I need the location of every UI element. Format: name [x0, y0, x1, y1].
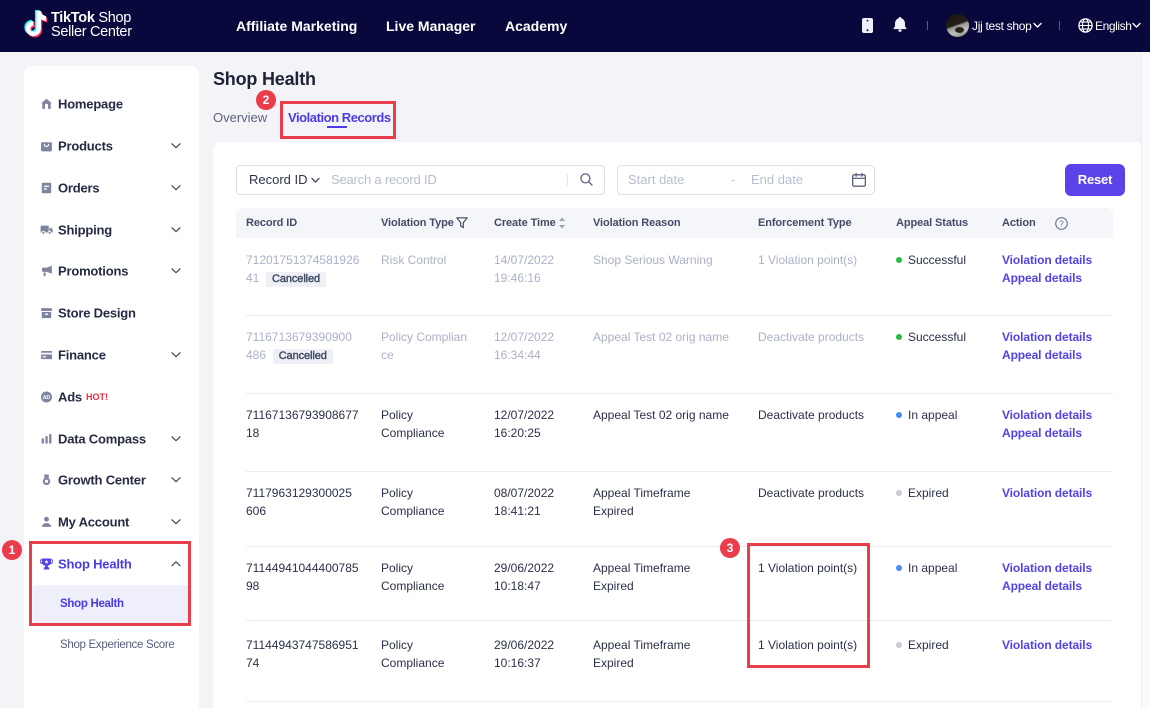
- svg-text:?: ?: [1059, 219, 1064, 228]
- svg-text:AD: AD: [43, 394, 51, 400]
